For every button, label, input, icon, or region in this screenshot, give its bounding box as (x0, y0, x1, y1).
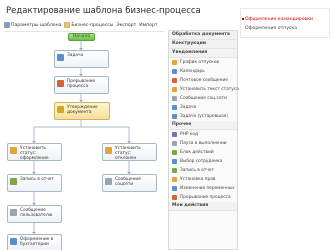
stop-icon (172, 195, 177, 200)
accounting-icon (10, 238, 17, 245)
activity-label: Прерывание процесса (180, 195, 231, 200)
activity-label: Запись в отчет (180, 168, 214, 173)
block-status-registration-label: Установить статус: оформление (20, 146, 49, 161)
section-constructions[interactable]: Конструкции (169, 40, 237, 49)
message-icon (10, 209, 17, 216)
activity-label: Задача (устаревшая) (180, 114, 228, 119)
activity-label: Выбор сотрудника (180, 159, 223, 164)
start-node[interactable]: Начало (68, 33, 95, 41)
activity-label: Установка прав (180, 177, 216, 182)
toolbar-import-label: Импорт (139, 22, 158, 28)
task-icon (172, 105, 177, 110)
toolbar-params-label: Параметры шаблона (11, 22, 62, 28)
block-task[interactable]: Задача (54, 50, 109, 68)
block-social-message[interactable]: Сообщение соцсети (102, 174, 157, 192)
list-icon (64, 22, 71, 28)
template-link-active[interactable]: Оформление командировки (245, 17, 313, 22)
activity-task[interactable]: Задача (169, 103, 237, 112)
activity-php-code[interactable]: PHP код (169, 130, 237, 139)
block-report-record-label: Запись в отчет (20, 177, 54, 182)
block-status-registration[interactable]: Установить статус: оформление (7, 143, 62, 161)
task-icon (172, 114, 177, 119)
block-approval[interactable]: Утверждение документа (54, 102, 110, 120)
activity-set-rights[interactable]: Установка прав (169, 175, 237, 184)
status-icon (172, 87, 177, 92)
block-task-label: Задача (67, 53, 84, 58)
block-status-rejected[interactable]: Установить статус: отклонен (102, 143, 157, 161)
calendar-icon (172, 60, 177, 65)
toolbar-divider (4, 31, 164, 32)
lock-icon (172, 177, 177, 182)
block-accounting-label: Оформление в бухгалтерии (20, 237, 54, 247)
activity-set-status-text[interactable]: Установить текст статуса (169, 85, 239, 94)
pause-icon (172, 141, 177, 146)
activity-label: Изменение переменных (180, 186, 235, 191)
code-icon (172, 132, 177, 137)
approval-icon (57, 106, 64, 113)
activity-mail-message[interactable]: Почтовое сообщение (169, 76, 237, 85)
block-user-message[interactable]: Сообщение пользователю (7, 205, 62, 223)
mail-icon (172, 78, 177, 83)
activity-terminate[interactable]: Прерывание процесса (169, 193, 237, 202)
process-canvas: Начало Задача Прерывание процесса Утверж… (4, 33, 166, 250)
page-title: Редактирование шаблона бизнес-процесса (6, 6, 201, 16)
activity-label: Почтовое сообщение (180, 78, 228, 83)
message-icon (172, 96, 177, 101)
block-terminate-label: Прерывание процесса (67, 79, 96, 89)
toolbar-processes[interactable]: Бизнес-процессы (64, 22, 113, 28)
section-other[interactable]: Прочее (169, 121, 237, 130)
block-accounting[interactable]: Оформление в бухгалтерии (7, 234, 62, 250)
block-approval-label: Утверждение документа (67, 105, 98, 115)
section-document-processing[interactable]: Обработка документа (169, 31, 237, 40)
templates-box: Оформление командировки Оформление отпус… (240, 8, 330, 38)
activities-panel: Обработка документа Конструкции Уведомле… (168, 30, 239, 250)
section-notifications[interactable]: Уведомления (169, 49, 237, 58)
toolbar-export[interactable]: Экспорт (116, 23, 136, 28)
activity-label: Пауза в выполнении (180, 141, 227, 146)
activity-label: График отпусков (180, 60, 220, 65)
activity-vacation-schedule[interactable]: График отпусков (169, 58, 237, 67)
activity-label: Календарь (180, 69, 205, 74)
settings-icon (4, 22, 10, 28)
activity-social-message[interactable]: Сообщение соц.сети (169, 94, 237, 103)
bullet-icon (242, 18, 244, 20)
block-status-rejected-label: Установить статус: отклонен (115, 146, 141, 161)
task-icon (57, 54, 64, 61)
status-icon (10, 147, 17, 154)
activity-label: Установить текст статуса (180, 87, 239, 92)
activity-select-employee[interactable]: Выбор сотрудника (169, 157, 237, 166)
block-report-record[interactable]: Запись в отчет (7, 174, 62, 192)
toolbar-params[interactable]: Параметры шаблона (4, 22, 61, 28)
activity-calendar[interactable]: Календарь (169, 67, 237, 76)
section-my-actions[interactable]: Мои действия (169, 202, 237, 211)
activity-change-variables[interactable]: Изменение переменных (169, 184, 237, 193)
block-terminate[interactable]: Прерывание процесса (54, 76, 109, 94)
activity-label: PHP код (180, 132, 198, 137)
activity-pause[interactable]: Пауза в выполнении (169, 139, 237, 148)
message-icon (105, 178, 112, 185)
calendar-icon (172, 69, 177, 74)
report-icon (172, 168, 177, 173)
activity-task-legacy[interactable]: Задача (устаревшая) (169, 112, 237, 121)
toolbar-import[interactable]: Импорт (139, 23, 157, 28)
stop-icon (57, 80, 64, 87)
block-icon (172, 150, 177, 155)
activity-label: Сообщение соц.сети (180, 96, 227, 101)
template-link[interactable]: Оформление отпуска (245, 26, 297, 31)
report-icon (10, 178, 17, 185)
block-social-message-label: Сообщение соцсети (115, 177, 141, 187)
toolbar-export-label: Экспорт (116, 22, 137, 28)
toolbar: Параметры шаблона Бизнес-процессы Экспор… (4, 20, 160, 30)
toolbar-processes-label: Бизнес-процессы (71, 22, 114, 28)
activity-report-record[interactable]: Запись в отчет (169, 166, 237, 175)
status-icon (105, 147, 112, 154)
block-user-message-label: Сообщение пользователю (20, 208, 53, 218)
user-icon (172, 159, 177, 164)
activity-block[interactable]: Блок действий (169, 148, 237, 157)
activity-label: Блок действий (180, 150, 214, 155)
variable-icon (172, 186, 177, 191)
activity-label: Задача (180, 105, 197, 110)
